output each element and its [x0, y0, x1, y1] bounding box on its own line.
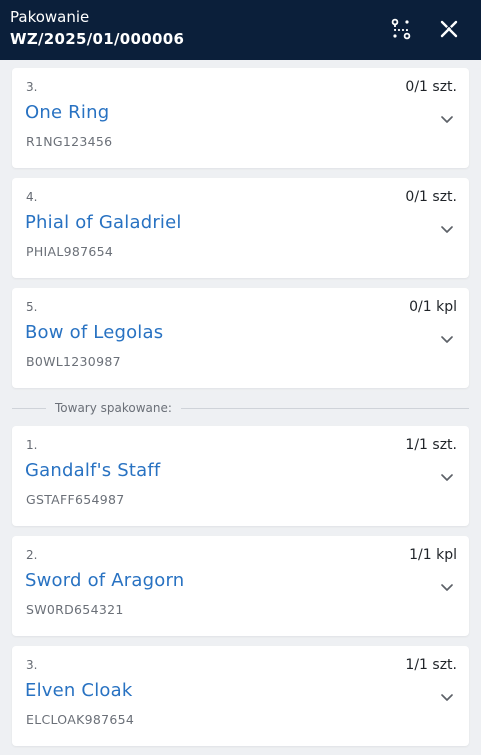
close-x-icon [440, 20, 458, 38]
item-name[interactable]: Elven Cloak [25, 680, 132, 701]
item-name[interactable]: Sword of Aragorn [25, 570, 184, 591]
packing-list[interactable]: 3. 0/1 szt. One Ring R1NG123456 4. 0/1 s… [0, 60, 481, 755]
item-index: 3. [26, 658, 38, 672]
item-quantity: 0/1 szt. [405, 79, 457, 95]
route-button[interactable] [388, 16, 414, 42]
item-code: SW0RD654321 [26, 602, 124, 617]
chevron-down-icon [441, 474, 453, 481]
close-button[interactable] [436, 16, 462, 42]
item-quantity: 1/1 szt. [405, 437, 457, 453]
packed-section-label: Towary spakowane: [55, 401, 172, 415]
list-item[interactable]: 3. 1/1 szt. Elven Cloak ELCLOAK987654 [12, 646, 469, 746]
packed-section-divider: Towary spakowane: [12, 398, 469, 418]
chevron-down-icon [441, 584, 453, 591]
item-index: 5. [26, 300, 38, 314]
item-name[interactable]: Bow of Legolas [25, 322, 163, 343]
item-name[interactable]: Gandalf's Staff [25, 460, 160, 481]
item-index: 1. [26, 438, 38, 452]
divider-line [12, 407, 46, 409]
item-index: 2. [26, 548, 38, 562]
item-code: R1NG123456 [26, 134, 113, 149]
item-quantity: 0/1 szt. [405, 189, 457, 205]
item-quantity: 1/1 kpl [409, 547, 457, 563]
list-item[interactable]: 1. 1/1 szt. Gandalf's Staff GSTAFF654987 [12, 426, 469, 526]
expand-button[interactable] [439, 332, 455, 348]
item-index: 4. [26, 190, 38, 204]
chevron-down-icon [441, 226, 453, 233]
item-name[interactable]: One Ring [25, 102, 109, 123]
item-code: B0WL1230987 [26, 354, 121, 369]
route-icon [391, 18, 411, 40]
item-name[interactable]: Phial of Galadriel [25, 212, 182, 233]
list-item[interactable]: 5. 0/1 kpl Bow of Legolas B0WL1230987 [12, 288, 469, 388]
app-header: Pakowanie WZ/2025/01/000006 [0, 0, 481, 60]
expand-button[interactable] [439, 470, 455, 486]
item-code: GSTAFF654987 [26, 492, 125, 507]
expand-button[interactable] [439, 112, 455, 128]
list-item[interactable]: 2. 1/1 kpl Sword of Aragorn SW0RD654321 [12, 536, 469, 636]
list-item[interactable]: 3. 0/1 szt. One Ring R1NG123456 [12, 68, 469, 168]
item-quantity: 1/1 szt. [405, 657, 457, 673]
expand-button[interactable] [439, 580, 455, 596]
expand-button[interactable] [439, 690, 455, 706]
item-code: PHIAL987654 [26, 244, 114, 259]
chevron-down-icon [441, 336, 453, 343]
chevron-down-icon [441, 694, 453, 701]
chevron-down-icon [441, 116, 453, 123]
item-index: 3. [26, 80, 38, 94]
item-quantity: 0/1 kpl [409, 299, 457, 315]
item-code: ELCLOAK987654 [26, 712, 135, 727]
expand-button[interactable] [439, 222, 455, 238]
divider-line [180, 407, 469, 409]
list-item[interactable]: 4. 0/1 szt. Phial of Galadriel PHIAL9876… [12, 178, 469, 278]
